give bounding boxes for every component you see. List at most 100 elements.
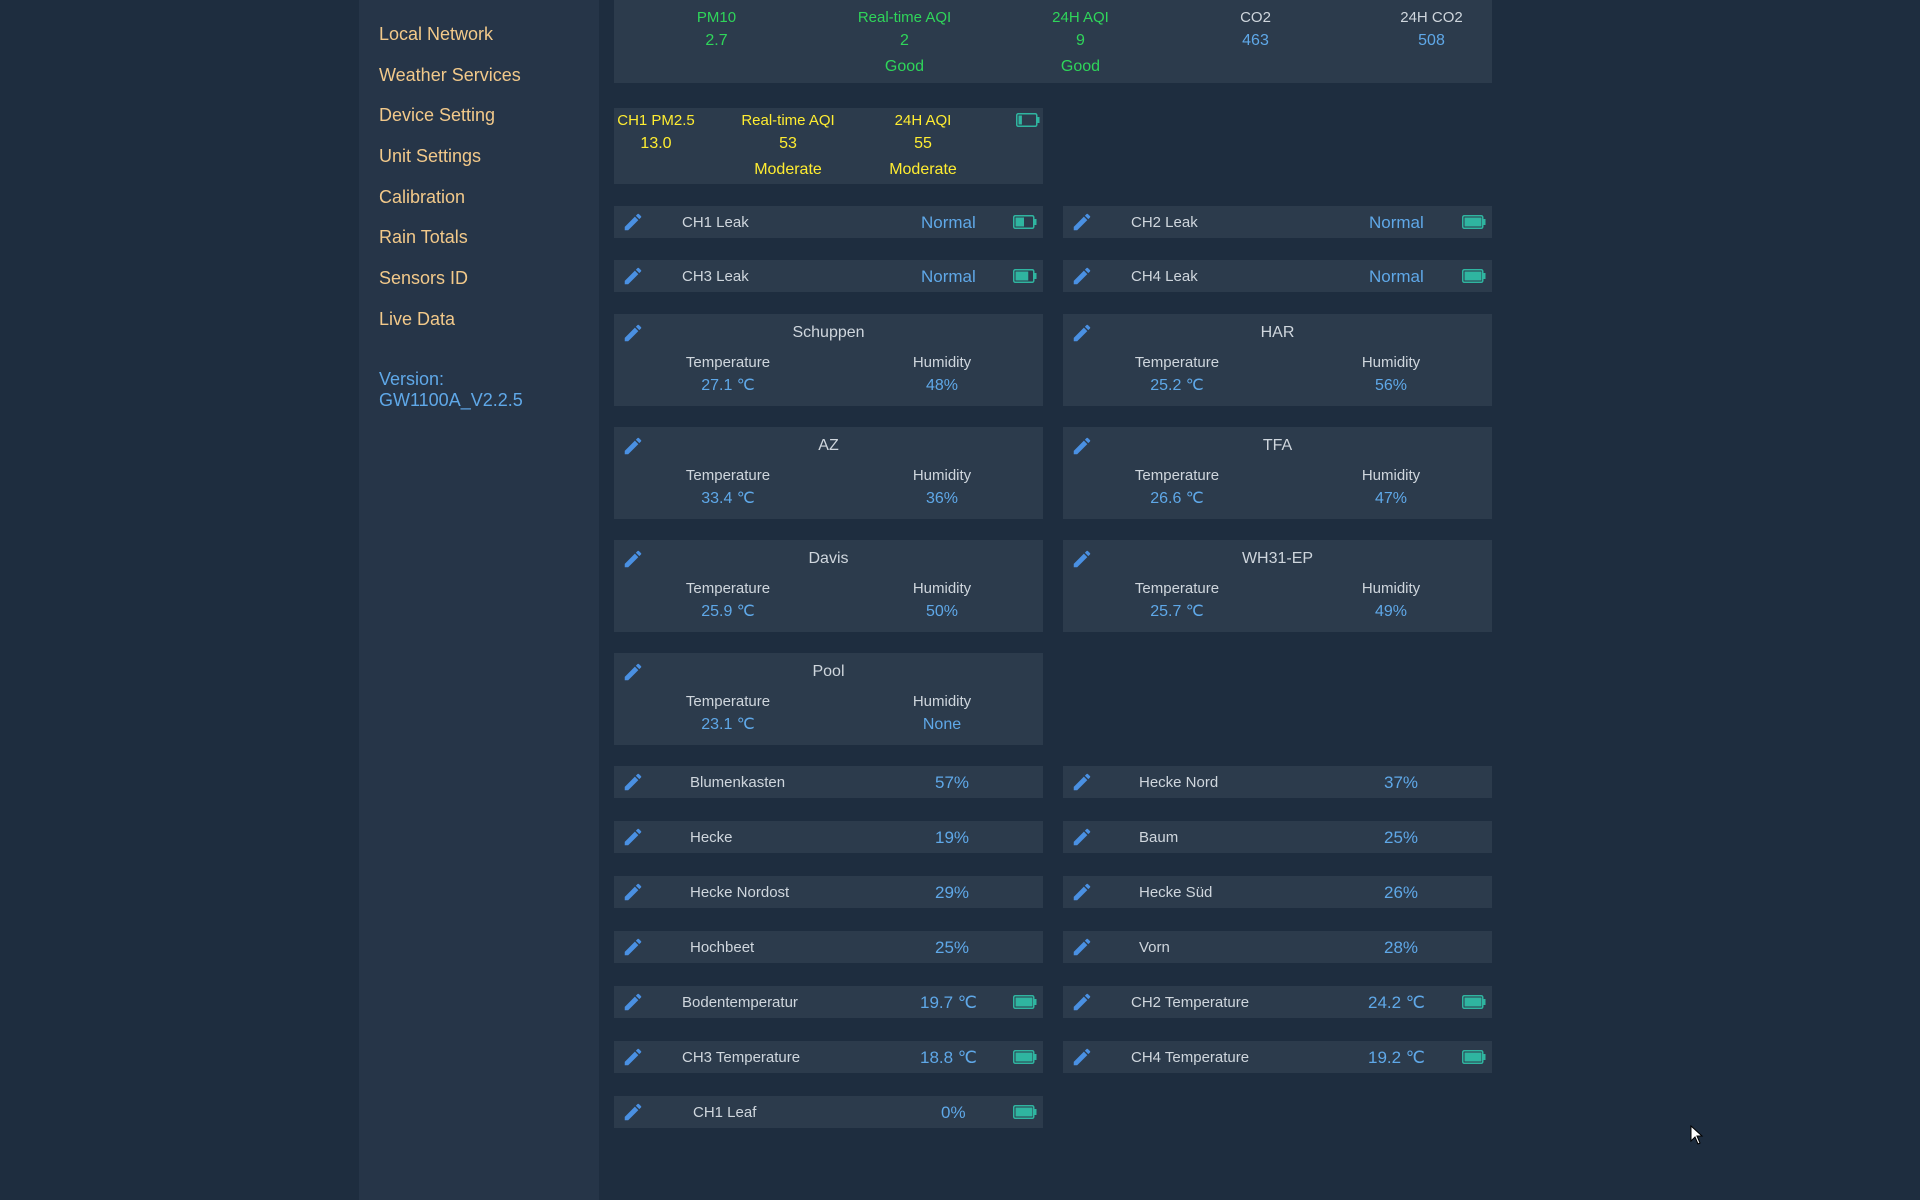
temperature-column: Temperature 27.1 ℃ — [648, 354, 808, 396]
temperature-column: Temperature 23.1 ℃ — [648, 693, 808, 735]
battery-icon — [1013, 269, 1037, 283]
realtime-aqi-status: Good — [884, 58, 925, 75]
pm10-column: PM10 2.7 — [654, 9, 779, 51]
th-card-davis: Davis Temperature 25.9 ℃ Humidity 50% — [614, 540, 1043, 632]
air-quality-card: PM10 2.7 Real-time AQI 2 Good 24H AQI 9 … — [614, 0, 1492, 83]
edit-pencil-icon[interactable] — [622, 936, 644, 958]
ch1-leak-row: CH1 Leak Normal — [614, 206, 1043, 238]
edit-pencil-icon[interactable] — [622, 771, 644, 793]
soil-row: Hecke Nordost 29% — [614, 876, 1043, 908]
soil-row: Baum 25% — [1063, 821, 1492, 853]
ch3-leak-label: CH3 Leak — [682, 268, 749, 285]
ch4-leak-row: CH4 Leak Normal — [1063, 260, 1492, 292]
edit-pencil-icon[interactable] — [1071, 211, 1093, 233]
ch1-realtime-aqi-label: Real-time AQI — [741, 112, 835, 129]
temp-channel-row: CH3 Temperature 18.8 ℃ — [614, 1041, 1043, 1073]
co2-24h-label: 24H CO2 — [1400, 9, 1463, 26]
soil-value: 29% — [935, 883, 970, 902]
nav-calibration[interactable]: Calibration — [379, 187, 465, 208]
edit-pencil-icon[interactable] — [622, 1046, 644, 1068]
temperature-value: 27.1 ℃ — [701, 377, 755, 394]
humidity-column: Humidity 56% — [1311, 354, 1471, 396]
realtime-aqi-column: Real-time AQI 2 Good — [817, 9, 992, 77]
humidity-column: Humidity None — [862, 693, 1022, 735]
temperature-value: 23.1 ℃ — [701, 716, 755, 733]
humidity-label: Humidity — [1361, 354, 1421, 371]
temperature-value: 33.4 ℃ — [701, 490, 755, 507]
soil-row: Blumenkasten 57% — [614, 766, 1043, 798]
edit-pencil-icon[interactable] — [1071, 265, 1093, 287]
temp-channel-value: 19.7 ℃ — [920, 993, 977, 1012]
soil-label: Hecke — [690, 829, 733, 846]
edit-pencil-icon[interactable] — [1071, 826, 1093, 848]
soil-value: 25% — [1384, 828, 1419, 847]
battery-icon — [1462, 215, 1486, 229]
nav-device-setting[interactable]: Device Setting — [379, 105, 495, 126]
humidity-value: 56% — [1374, 377, 1408, 394]
leaf-label: CH1 Leaf — [693, 1104, 757, 1121]
th-sensor-name: Schuppen — [792, 324, 865, 341]
edit-pencil-icon[interactable] — [1071, 1046, 1093, 1068]
battery-icon — [1013, 215, 1037, 229]
temp-channel-row: CH2 Temperature 24.2 ℃ — [1063, 986, 1492, 1018]
co2-label: CO2 — [1240, 9, 1271, 26]
humidity-label: Humidity — [912, 467, 972, 484]
version-label: Version: — [379, 369, 445, 389]
pm10-value: 2.7 — [705, 32, 728, 49]
temperature-value: 25.9 ℃ — [701, 603, 755, 620]
battery-icon — [1013, 1050, 1037, 1064]
soil-label: Baum — [1139, 829, 1179, 846]
battery-icon — [1013, 1105, 1037, 1119]
temp-channel-value: 24.2 ℃ — [1368, 993, 1425, 1012]
ch1-realtime-aqi-status: Moderate — [754, 161, 822, 178]
ch1-aqi24-status: Moderate — [889, 161, 957, 178]
edit-pencil-icon[interactable] — [1071, 881, 1093, 903]
nav-live-data[interactable]: Live Data — [379, 309, 455, 330]
leaf-value: 0% — [941, 1103, 966, 1122]
humidity-label: Humidity — [912, 693, 972, 710]
humidity-value: 47% — [1374, 490, 1408, 507]
edit-pencil-icon[interactable] — [622, 881, 644, 903]
ch4-leak-value: Normal — [1369, 267, 1424, 286]
version-value: GW1100A_V2.2.5 — [379, 390, 523, 410]
soil-row: Hecke 19% — [614, 821, 1043, 853]
soil-label: Hochbeet — [690, 939, 755, 956]
live-data-panel: PM10 2.7 Real-time AQI 2 Good 24H AQI 9 … — [614, 0, 1494, 1200]
temperature-column: Temperature 33.4 ℃ — [648, 467, 808, 509]
temp-channel-label: Bodentemperatur — [682, 994, 798, 1011]
soil-row: Hecke Süd 26% — [1063, 876, 1492, 908]
edit-pencil-icon[interactable] — [622, 1101, 644, 1123]
aqi24-label: 24H AQI — [1052, 9, 1109, 26]
ch4-leak-label: CH4 Leak — [1131, 268, 1198, 285]
humidity-label: Humidity — [912, 354, 972, 371]
temperature-value: 25.2 ℃ — [1150, 377, 1204, 394]
edit-pencil-icon[interactable] — [622, 265, 644, 287]
th-sensor-name: WH31-EP — [1241, 550, 1314, 567]
nav-sensors-id[interactable]: Sensors ID — [379, 268, 468, 289]
edit-pencil-icon[interactable] — [622, 826, 644, 848]
temp-channel-row: CH4 Temperature 19.2 ℃ — [1063, 1041, 1492, 1073]
nav-weather-services[interactable]: Weather Services — [379, 65, 521, 86]
temperature-label: Temperature — [1134, 580, 1220, 597]
nav-unit-settings[interactable]: Unit Settings — [379, 146, 481, 167]
sidebar: Local Network Weather Services Device Se… — [359, 0, 599, 1200]
ch1-aqi24-column: 24H AQI 55 Moderate — [863, 112, 983, 180]
edit-pencil-icon[interactable] — [1071, 936, 1093, 958]
ch3-leak-value: Normal — [921, 267, 976, 286]
mouse-cursor-icon — [1690, 1125, 1704, 1145]
nav-rain-totals[interactable]: Rain Totals — [379, 227, 468, 248]
edit-pencil-icon[interactable] — [622, 991, 644, 1013]
nav-local-network[interactable]: Local Network — [379, 24, 493, 45]
soil-value: 25% — [935, 938, 970, 957]
edit-pencil-icon[interactable] — [622, 211, 644, 233]
humidity-value: None — [922, 716, 962, 733]
battery-icon — [1462, 1050, 1486, 1064]
temp-channel-label: CH4 Temperature — [1131, 1049, 1250, 1066]
soil-value: 26% — [1384, 883, 1419, 902]
soil-label: Vorn — [1139, 939, 1170, 956]
edit-pencil-icon[interactable] — [1071, 991, 1093, 1013]
temperature-column: Temperature 25.2 ℃ — [1097, 354, 1257, 396]
edit-pencil-icon[interactable] — [1071, 771, 1093, 793]
soil-value: 57% — [935, 773, 970, 792]
ch1-pm25-label: CH1 PM2.5 — [617, 112, 695, 129]
